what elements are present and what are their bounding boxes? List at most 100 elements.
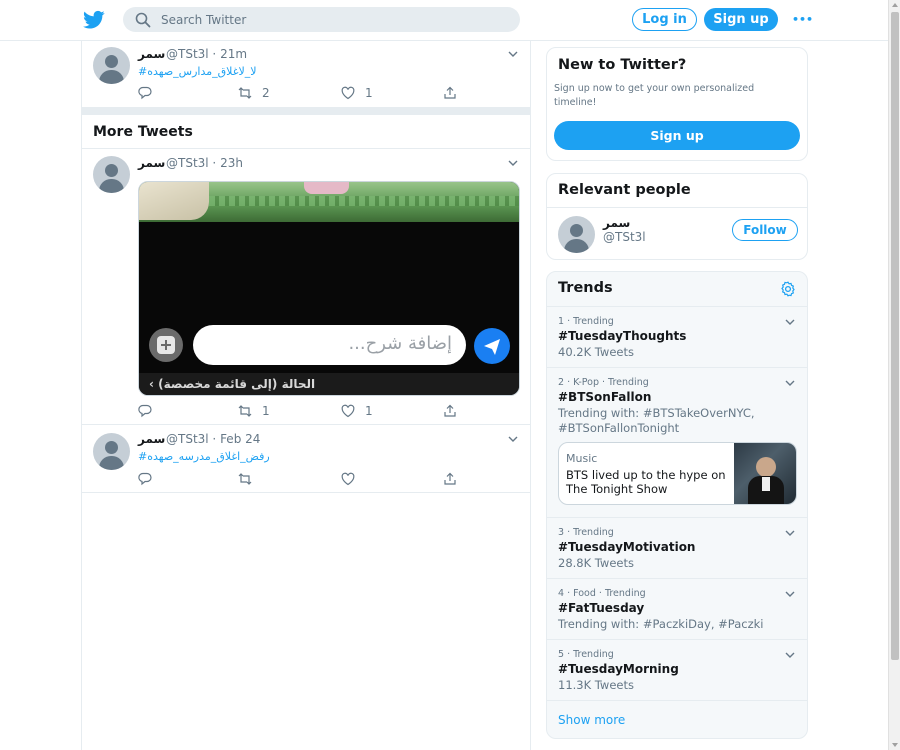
retweet-button[interactable]: 1 <box>238 403 270 419</box>
tweet[interactable]: سمر @TSt3l · 23h إضافة شرح... الحالة (إل… <box>82 150 531 425</box>
avatar[interactable] <box>558 216 595 253</box>
like-count: 1 <box>365 86 373 100</box>
tweet-handle-time[interactable]: @TSt3l · 23h <box>166 156 243 170</box>
section-divider <box>82 107 531 115</box>
trend-name[interactable]: #BTSonFallon <box>558 390 651 404</box>
avatar[interactable] <box>93 433 130 470</box>
retweet-button[interactable]: 2 <box>238 85 270 101</box>
trend-subtext: 11.3K Tweets <box>558 678 634 692</box>
search-icon <box>135 12 151 28</box>
trend-name[interactable]: #TuesdayMorning <box>558 662 679 676</box>
media-caption-field: إضافة شرح... <box>193 325 466 365</box>
share-icon <box>444 86 456 99</box>
retweet-count: 1 <box>262 404 270 418</box>
new-to-twitter-description: Sign up now to get your own personalized… <box>554 83 755 108</box>
trend-meta: 3 · Trending <box>558 527 614 538</box>
relevant-person-handle[interactable]: @TSt3l <box>603 230 646 244</box>
more-options-icon[interactable]: ••• <box>792 13 813 27</box>
sidebar-signup-button[interactable]: Sign up <box>554 121 800 150</box>
follow-button[interactable]: Follow <box>732 219 798 241</box>
divider <box>547 700 807 701</box>
chevron-down-icon[interactable] <box>508 49 518 59</box>
avatar[interactable] <box>93 47 130 84</box>
heart-icon <box>341 404 355 418</box>
retweet-icon <box>238 87 252 99</box>
share-button[interactable] <box>443 471 457 487</box>
trend-subtext: Trending with: #BTSTakeOverNYC, #BTSonFa… <box>558 406 755 435</box>
tweet-hashtag-link[interactable]: #رفض_اغلاق_مدرسه_صهده <box>138 450 270 463</box>
trend-item[interactable]: 2 · K-Pop · Trending #BTSonFallon Trendi… <box>547 367 807 517</box>
gear-icon[interactable] <box>780 281 796 297</box>
twitter-logo-icon[interactable] <box>83 10 105 30</box>
trend-item[interactable]: 3 · Trending #TuesdayMotivation 28.8K Tw… <box>547 517 807 578</box>
trend-subtext: 40.2K Tweets <box>558 345 634 359</box>
news-card-headline[interactable]: BTS lived up to the hype on The Tonight … <box>566 468 726 496</box>
tweet-media-image[interactable]: إضافة شرح... الحالة (إلى قائمة مخصصة) › <box>138 181 520 396</box>
trend-meta: 5 · Trending <box>558 649 614 660</box>
share-button[interactable] <box>443 403 457 419</box>
scroll-thumb[interactable] <box>891 12 899 660</box>
relevant-people-title: Relevant people <box>558 182 691 198</box>
media-status-text: الحالة (إلى قائمة مخصصة) › <box>149 377 316 391</box>
trend-news-card[interactable]: Music BTS lived up to the hype on The To… <box>558 442 797 505</box>
reply-button[interactable] <box>138 85 152 101</box>
chevron-down-icon[interactable] <box>508 158 518 168</box>
trend-subtext: 28.8K Tweets <box>558 556 634 570</box>
more-tweets-heading: More Tweets <box>93 124 193 140</box>
share-icon <box>444 404 456 417</box>
signup-button[interactable]: Sign up <box>704 8 778 31</box>
scroll-up-arrow-icon[interactable] <box>892 3 898 7</box>
chevron-down-icon[interactable] <box>508 434 518 444</box>
retweet-button[interactable] <box>238 471 252 487</box>
trend-name[interactable]: #FatTuesday <box>558 601 644 615</box>
add-media-icon <box>149 328 183 362</box>
tweet-hashtag-link[interactable]: #لا_لاغلاق_مدارس_صهده <box>138 65 257 78</box>
login-button[interactable]: Log in <box>632 8 697 31</box>
chevron-down-icon[interactable] <box>785 528 795 538</box>
trend-name[interactable]: #TuesdayMotivation <box>558 540 695 554</box>
search-input[interactable] <box>161 7 501 32</box>
trend-item[interactable]: 5 · Trending #TuesdayMorning 11.3K Tweet… <box>547 639 807 700</box>
reply-button[interactable] <box>138 403 152 419</box>
avatar[interactable] <box>93 156 130 193</box>
chevron-down-icon[interactable] <box>785 650 795 660</box>
share-button[interactable] <box>443 85 457 101</box>
chevron-down-icon[interactable] <box>785 378 795 388</box>
tweet[interactable]: سمر @TSt3l · Feb 24 #رفض_اغلاق_مدرسه_صهد… <box>82 426 531 493</box>
retweet-icon <box>238 405 252 417</box>
scroll-down-arrow-icon[interactable] <box>892 743 898 747</box>
search-box[interactable] <box>123 7 520 32</box>
news-card-category: Music <box>566 452 598 465</box>
media-status-bar: الحالة (إلى قائمة مخصصة) › <box>139 373 519 395</box>
trends-card: Trends 1 · Trending #TuesdayThoughts 40.… <box>546 271 808 739</box>
media-caption-placeholder: إضافة شرح... <box>348 333 452 354</box>
trend-item[interactable]: 4 · Food · Trending #FatTuesday Trending… <box>547 578 807 639</box>
retweet-icon <box>238 473 252 485</box>
like-count: 1 <box>365 404 373 418</box>
tweet-author-name[interactable]: سمر <box>138 156 165 170</box>
like-button[interactable] <box>341 471 355 487</box>
like-button[interactable]: 1 <box>341 403 373 419</box>
chevron-down-icon[interactable] <box>785 589 795 599</box>
tweet[interactable]: سمر @TSt3l · 21m #لا_لاغلاق_مدارس_صهده 2… <box>82 41 531 107</box>
like-button[interactable]: 1 <box>341 85 373 101</box>
reply-icon <box>138 86 152 100</box>
reply-button[interactable] <box>138 471 152 487</box>
chevron-down-icon[interactable] <box>785 317 795 327</box>
relevant-people-card: Relevant people سمر @TSt3l Follow <box>546 173 808 260</box>
tweet-handle-time[interactable]: @TSt3l · 21m <box>166 47 247 61</box>
new-to-twitter-title: New to Twitter? <box>558 57 687 73</box>
tweet-author-name[interactable]: سمر <box>138 47 165 61</box>
trend-item[interactable]: 1 · Trending #TuesdayThoughts 40.2K Twee… <box>547 306 807 367</box>
tweet-actions: 2 1 <box>138 85 468 101</box>
show-more-link[interactable]: Show more <box>558 713 625 727</box>
trend-name[interactable]: #TuesdayThoughts <box>558 329 686 343</box>
tweet-actions <box>138 471 468 487</box>
page-scrollbar[interactable] <box>888 0 900 750</box>
tweet-handle-time[interactable]: @TSt3l · Feb 24 <box>166 432 260 446</box>
retweet-count: 2 <box>262 86 270 100</box>
relevant-person-name[interactable]: سمر <box>603 216 630 230</box>
share-icon <box>444 472 456 485</box>
reply-icon <box>138 404 152 418</box>
tweet-author-name[interactable]: سمر <box>138 432 165 446</box>
